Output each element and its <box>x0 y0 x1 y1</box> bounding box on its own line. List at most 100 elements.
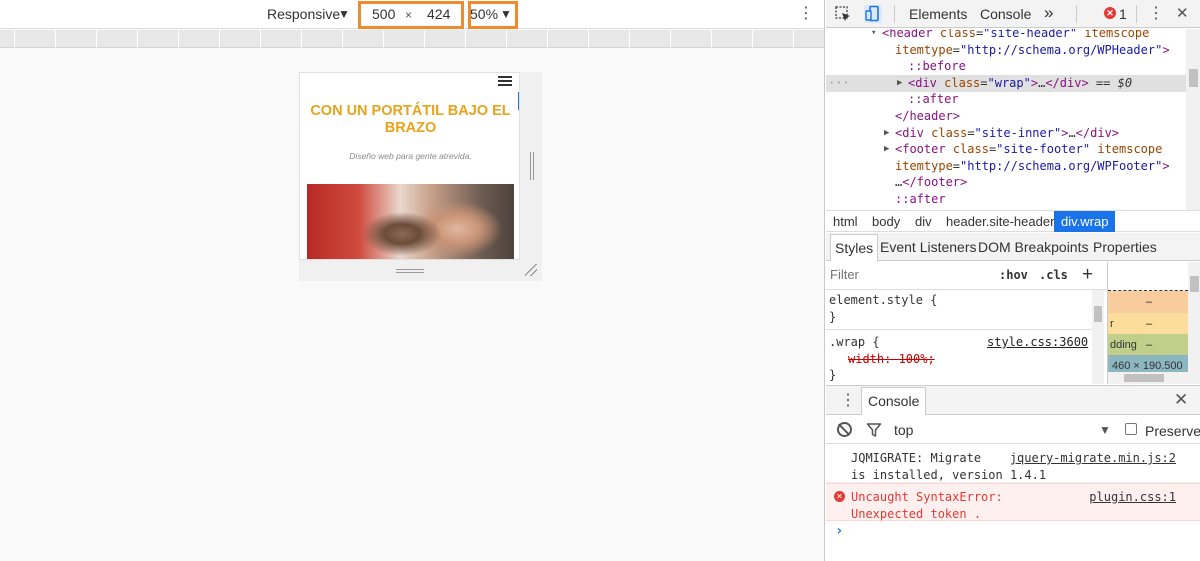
box-model-padding[interactable]: dding – <box>1108 334 1188 356</box>
close-icon[interactable]: ✕ <box>1176 4 1189 22</box>
ruler-tick[interactable] <box>793 30 794 48</box>
dom-node[interactable]: itemtype="http://schema.org/WPHeader"> <box>826 42 1186 59</box>
dom-node[interactable]: itemtype="http://schema.org/WPFooter"> <box>826 158 1186 175</box>
chevron-down-icon[interactable]: ▼ <box>338 7 350 21</box>
ruler-tick[interactable] <box>178 30 179 48</box>
width-input[interactable]: 500 <box>372 6 395 22</box>
scroll-thumb[interactable] <box>1094 306 1102 322</box>
ruler-tick[interactable] <box>711 30 712 48</box>
tab-elements[interactable]: Elements <box>909 6 967 22</box>
more-options-icon[interactable]: ⋮ <box>798 5 814 23</box>
ruler-tick[interactable] <box>629 30 630 48</box>
error-count[interactable]: 1 <box>1119 6 1127 22</box>
dom-node[interactable]: ▶ <div class="site-inner">…</div> <box>826 125 1186 142</box>
breadcrumb-item[interactable]: div <box>915 214 932 229</box>
scroll-thumb[interactable] <box>1190 276 1199 292</box>
scroll-thumb[interactable] <box>1124 374 1164 382</box>
devtools-menu-icon[interactable]: ⋮ <box>1148 3 1164 23</box>
drawer-menu-icon[interactable]: ⋮ <box>840 390 856 410</box>
wrap-selector[interactable]: .wrap { <box>829 334 880 351</box>
ruler-tick[interactable] <box>547 30 548 48</box>
menu-icon[interactable] <box>498 76 512 87</box>
ruler-tick[interactable] <box>342 30 343 48</box>
resize-handle-right[interactable] <box>530 152 534 180</box>
ruler-tick[interactable] <box>383 30 384 48</box>
error-icon[interactable]: ✕ <box>1104 7 1116 19</box>
dom-node[interactable]: ::before <box>826 58 1186 75</box>
box-model-margin[interactable]: – <box>1108 291 1188 313</box>
styles-scrollbar[interactable] <box>1092 290 1104 384</box>
ruler-tick[interactable] <box>424 30 425 48</box>
ruler-tick[interactable] <box>96 30 97 48</box>
tab-properties[interactable]: Properties <box>1093 239 1157 255</box>
height-input[interactable]: 424 <box>427 6 450 22</box>
hero-image <box>307 184 514 259</box>
collapse-arrow-icon[interactable]: ▾ <box>871 29 876 42</box>
ruler-tick[interactable] <box>588 30 589 48</box>
more-tabs-icon[interactable]: » <box>1044 3 1053 23</box>
resize-handle-corner[interactable] <box>525 264 537 276</box>
console-message-source[interactable]: jquery-migrate.min.js:2 <box>1010 450 1176 467</box>
breadcrumb-item[interactable]: html <box>833 214 858 229</box>
console-prompt[interactable]: › <box>835 523 843 539</box>
ruler-tick[interactable] <box>137 30 138 48</box>
scroll-thumb[interactable] <box>1189 69 1198 87</box>
expand-arrow-icon[interactable]: ▶ <box>897 75 902 92</box>
node-actions-icon[interactable]: ··· <box>828 75 850 92</box>
preserve-log-checkbox[interactable] <box>1125 423 1137 435</box>
drawer-tab-console[interactable]: Console <box>861 387 927 415</box>
zoom-select[interactable]: 50% <box>470 6 498 22</box>
ruler-tick[interactable] <box>752 30 753 48</box>
context-select[interactable]: top <box>894 422 913 438</box>
ruler-tick[interactable] <box>301 30 302 48</box>
dom-scrollbar[interactable] <box>1186 29 1200 210</box>
wrap-source-link[interactable]: style.css:3600 <box>987 334 1088 351</box>
breadcrumb-item[interactable]: header.site-header <box>946 214 1054 229</box>
filter-icon[interactable] <box>866 422 882 438</box>
ruler-tick[interactable] <box>260 30 261 48</box>
styles-filter-input[interactable] <box>830 267 980 282</box>
chevron-down-icon[interactable]: ▼ <box>1099 423 1111 437</box>
breadcrumb-item[interactable]: body <box>872 214 900 229</box>
dom-node[interactable]: ::after <box>826 91 1186 108</box>
ruler-tick[interactable] <box>219 30 220 48</box>
tab-event-listeners[interactable]: Event Listeners <box>880 239 977 255</box>
dom-node[interactable]: ::after <box>826 191 1186 208</box>
expand-arrow-icon[interactable]: ▶ <box>884 141 889 158</box>
wrap-width-property[interactable]: width: 100%; <box>848 351 935 368</box>
dom-node[interactable]: ▶ <footer class="site-footer" itemscope <box>826 141 1186 158</box>
site-title[interactable]: CON UN PORTÁTIL BAJO EL BRAZO <box>308 103 513 137</box>
ruler-tick[interactable] <box>506 30 507 48</box>
console-message-source[interactable]: plugin.css:1 <box>1089 489 1176 506</box>
dom-node[interactable]: </header> <box>826 108 1186 125</box>
cls-button[interactable]: .cls <box>1039 268 1068 282</box>
ruler-tick[interactable] <box>465 30 466 48</box>
inspect-icon[interactable] <box>834 5 852 23</box>
element-style-selector[interactable]: element.style { <box>829 292 937 309</box>
device-mode-select[interactable]: Responsive <box>267 6 340 22</box>
dom-tree[interactable]: ▾ <header class="site-header" itemscope it… <box>826 29 1200 210</box>
hov-button[interactable]: :hov <box>999 268 1028 282</box>
expand-arrow-icon[interactable]: ▶ <box>884 125 889 142</box>
resize-handle-bottom[interactable] <box>396 269 424 273</box>
tab-styles[interactable]: Styles <box>830 234 879 261</box>
chevron-down-icon[interactable]: ▼ <box>500 7 512 21</box>
device-toggle-icon[interactable] <box>864 5 882 23</box>
media-query-ruler[interactable] <box>0 30 824 48</box>
new-rule-button[interactable]: + <box>1082 264 1093 286</box>
dom-node[interactable]: …</footer> <box>826 174 1186 191</box>
box-model-scrollbar-vertical[interactable] <box>1188 262 1200 384</box>
tab-dom-breakpoints[interactable]: DOM Breakpoints <box>978 239 1088 255</box>
ruler-tick[interactable] <box>14 30 15 48</box>
devtools-panel: Elements Console » ✕ 1 ⋮ ✕ ▾ <header clas… <box>826 0 1200 561</box>
box-model-border[interactable]: r – <box>1108 313 1188 335</box>
dom-node-selected[interactable]: ▶ ··· <div class="wrap">…</div> == $0 <box>826 74 1186 92</box>
tab-console[interactable]: Console <box>980 6 1031 22</box>
ruler-tick[interactable] <box>670 30 671 48</box>
ruler-tick[interactable] <box>55 30 56 48</box>
dom-node[interactable]: ▾ <header class="site-header" itemscope <box>826 29 1186 42</box>
clear-console-icon[interactable] <box>837 422 852 437</box>
breadcrumb-item-active[interactable]: div.wrap <box>1054 211 1116 232</box>
box-model-scrollbar-horizontal[interactable] <box>1108 372 1188 384</box>
close-icon[interactable]: ✕ <box>1174 390 1188 410</box>
